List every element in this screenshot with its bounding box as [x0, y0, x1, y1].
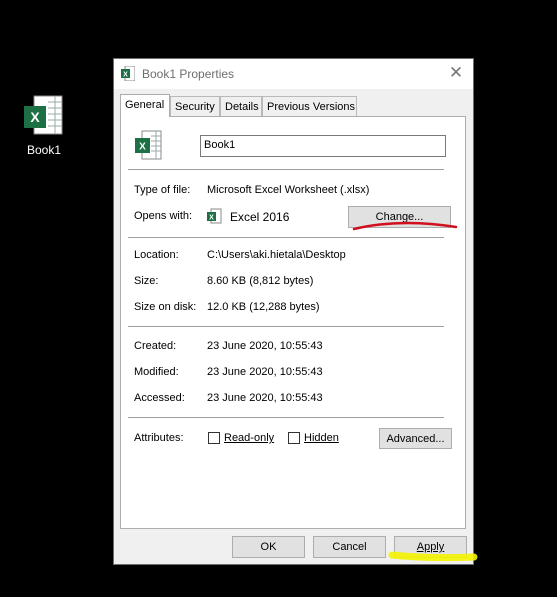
red-underline-annotation [352, 221, 458, 231]
yellow-highlight-annotation [388, 551, 478, 562]
annotation-overlay [352, 221, 478, 562]
tab-general-label: General [125, 99, 165, 111]
tab-general[interactable]: General [120, 94, 170, 117]
